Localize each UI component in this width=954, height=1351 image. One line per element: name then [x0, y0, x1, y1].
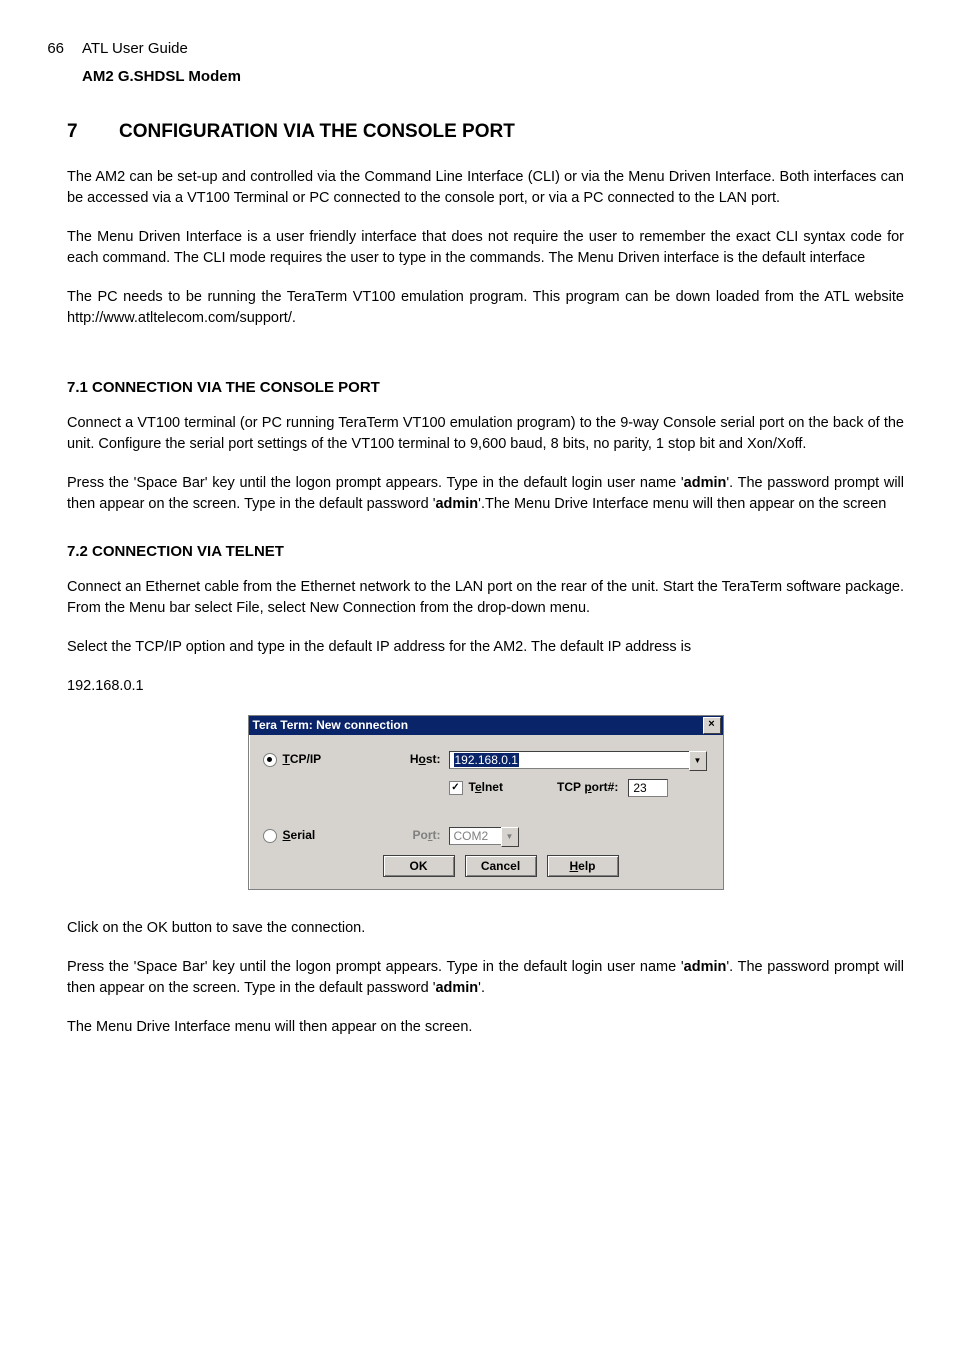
serial-port-value: COM2	[449, 827, 501, 845]
teraterm-dialog: Tera Term: New connection × TCP/IP Host:…	[248, 715, 724, 890]
paragraph: The Menu Drive Interface menu will then …	[67, 1017, 904, 1038]
paragraph: Select the TCP/IP option and type in the…	[67, 637, 904, 658]
paragraph: Connect a VT100 terminal (or PC running …	[67, 413, 904, 455]
section-heading-7-2: 7.2 CONNECTION VIA TELNET	[67, 541, 904, 563]
chapter-title: CONFIGURATION VIA THE CONSOLE PORT	[119, 118, 515, 146]
host-combo[interactable]: 192.168.0.1 ▼	[449, 751, 707, 769]
paragraph: Press the 'Space Bar' key until the logo…	[67, 473, 904, 515]
paragraph: The PC needs to be running the TeraTerm …	[67, 287, 904, 329]
tcp-port-label: TCP port#:	[557, 779, 618, 796]
radio-serial[interactable]	[263, 829, 277, 843]
page-number: 66	[18, 38, 82, 60]
serial-port-label: Port:	[383, 827, 449, 844]
radio-serial-label: Serial	[283, 827, 316, 844]
chapter-number: 7	[67, 118, 119, 146]
paragraph: Click on the OK button to save the conne…	[67, 918, 904, 939]
dialog-title: Tera Term: New connection	[253, 717, 409, 734]
page-content: 7 CONFIGURATION VIA THE CONSOLE PORT The…	[67, 118, 904, 1038]
chapter-heading: 7 CONFIGURATION VIA THE CONSOLE PORT	[67, 118, 904, 146]
paragraph: Connect an Ethernet cable from the Ether…	[67, 577, 904, 619]
tcp-port-input[interactable]	[628, 779, 668, 797]
radio-tcpip-label: TCP/IP	[283, 751, 322, 768]
paragraph: Press the 'Space Bar' key until the logo…	[67, 957, 904, 999]
doc-subtitle: AM2 G.SHDSL Modem	[82, 66, 904, 88]
paragraph: The AM2 can be set-up and controlled via…	[67, 167, 904, 209]
doc-title: ATL User Guide	[82, 38, 188, 60]
paragraph: The Menu Driven Interface is a user frie…	[67, 227, 904, 269]
ok-button[interactable]: OK	[383, 855, 455, 877]
serial-port-dropdown-button: ▼	[501, 827, 519, 847]
host-label: Host:	[383, 751, 449, 768]
page-header: 66 ATL User Guide	[18, 38, 904, 60]
radio-tcpip[interactable]	[263, 753, 277, 767]
telnet-checkbox[interactable]: ✓	[449, 781, 463, 795]
host-dropdown-button[interactable]: ▼	[689, 751, 707, 771]
close-button[interactable]: ×	[703, 717, 721, 734]
host-input[interactable]: 192.168.0.1	[449, 751, 689, 769]
telnet-label: Telnet	[469, 779, 503, 796]
section-heading-7-1: 7.1 CONNECTION VIA THE CONSOLE PORT	[67, 377, 904, 399]
dialog-title-bar: Tera Term: New connection ×	[249, 716, 723, 735]
serial-port-combo: COM2 ▼	[449, 827, 519, 845]
cancel-button[interactable]: Cancel	[465, 855, 537, 877]
help-button[interactable]: Help	[547, 855, 619, 877]
default-ip: 192.168.0.1	[67, 676, 904, 697]
